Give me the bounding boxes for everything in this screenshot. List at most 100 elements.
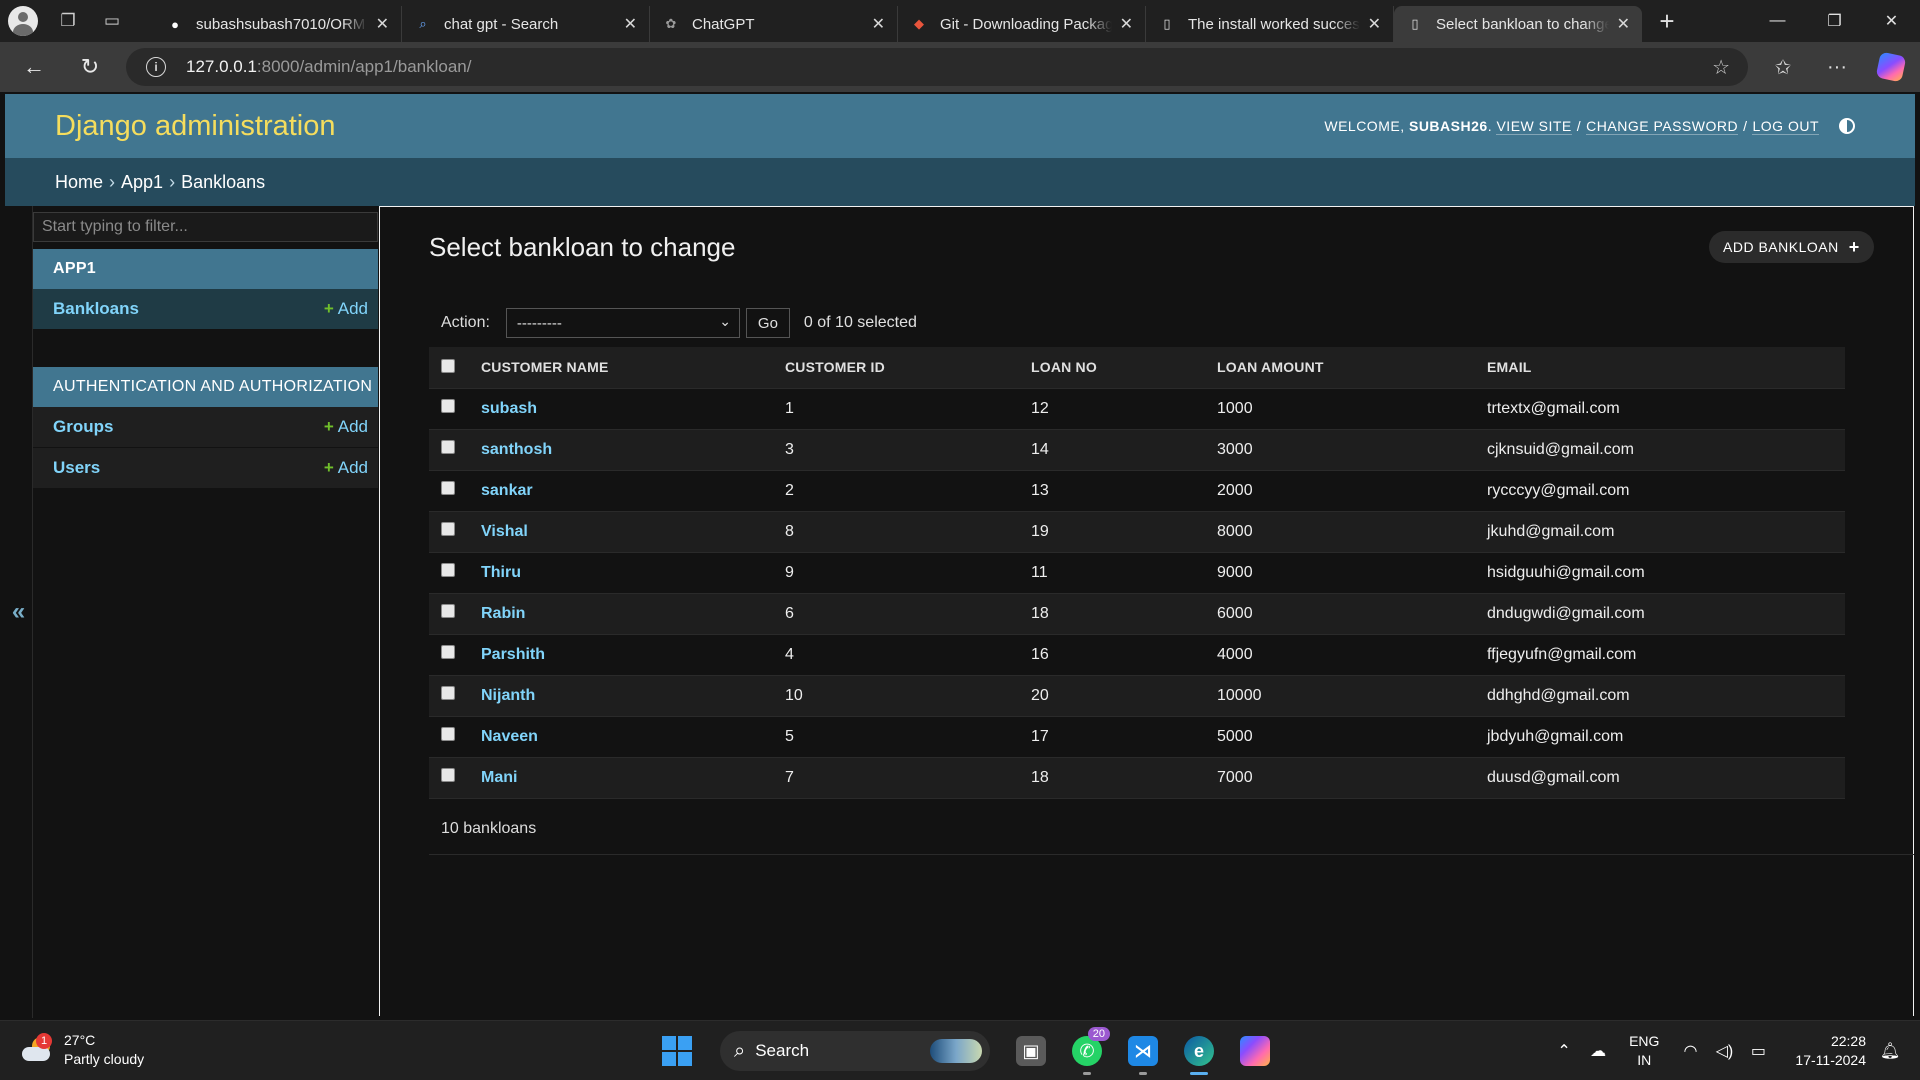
- row-checkbox[interactable]: [441, 768, 455, 782]
- close-tab-icon[interactable]: ✕: [872, 14, 885, 34]
- profile-button[interactable]: [0, 0, 46, 42]
- volume-icon[interactable]: ◁): [1707, 1041, 1741, 1061]
- onedrive-icon[interactable]: ☁: [1581, 1041, 1615, 1061]
- copilot-taskbar-button[interactable]: [1228, 1027, 1282, 1075]
- customer-id-cell: 1: [771, 388, 1017, 430]
- vertical-tabs-icon[interactable]: ▭: [90, 0, 134, 42]
- github-icon: ●: [171, 16, 179, 32]
- add-bankloan-button[interactable]: ADD BANKLOAN +: [1709, 231, 1874, 263]
- change-password-link[interactable]: CHANGE PASSWORD: [1586, 118, 1739, 135]
- site-info-icon[interactable]: i: [146, 57, 166, 77]
- breadcrumb-home[interactable]: Home: [55, 172, 103, 193]
- customer-name-cell: Naveen: [469, 716, 771, 758]
- customer-name-link[interactable]: sankar: [481, 482, 533, 499]
- close-tab-icon[interactable]: ✕: [1617, 14, 1630, 34]
- add-bankloan-link[interactable]: + Add: [324, 299, 368, 319]
- browser-tab[interactable]: ⌕ chat gpt - Search ✕: [402, 6, 650, 42]
- clock[interactable]: 22:28 17-11-2024: [1795, 1032, 1866, 1070]
- nav-filter-input[interactable]: Start typing to filter...: [33, 212, 378, 242]
- notification-bell-icon[interactable]: 🔔︎: [1878, 1041, 1902, 1061]
- refresh-icon[interactable]: ↻: [62, 42, 118, 92]
- edge-button[interactable]: e: [1172, 1027, 1226, 1075]
- breadcrumb-app[interactable]: App1: [121, 172, 163, 193]
- module-caption-auth[interactable]: AUTHENTICATION AND AUTHORIZATION: [33, 367, 378, 407]
- close-tab-icon[interactable]: ✕: [376, 14, 389, 34]
- url-path: :8000/admin/app1/bankloan/: [256, 57, 472, 76]
- url-input[interactable]: i 127.0.0.1:8000/admin/app1/bankloan/ ☆: [126, 48, 1748, 86]
- taskbar-search[interactable]: ⌕ Search: [720, 1031, 990, 1071]
- sidebar-item-groups[interactable]: Groups + Add: [33, 407, 378, 448]
- windows-start-icon[interactable]: [662, 1036, 692, 1066]
- customer-name-link[interactable]: subash: [481, 400, 537, 417]
- row-checkbox[interactable]: [441, 399, 455, 413]
- row-checkbox[interactable]: [441, 645, 455, 659]
- close-window-icon[interactable]: ✕: [1863, 0, 1920, 42]
- select-all-checkbox[interactable]: [441, 358, 455, 373]
- row-checkbox[interactable]: [441, 604, 455, 618]
- row-checkbox[interactable]: [441, 481, 455, 495]
- browser-tab[interactable]: ▯ The install worked successfully ✕: [1146, 6, 1394, 42]
- customer-name-link[interactable]: Nijanth: [481, 687, 535, 704]
- more-menu-icon[interactable]: ···: [1810, 56, 1864, 79]
- copilot-button[interactable]: [1864, 51, 1918, 83]
- row-checkbox[interactable]: [441, 522, 455, 536]
- go-button[interactable]: Go: [745, 308, 790, 338]
- sidebar-item-bankloans[interactable]: Bankloans + Add: [33, 289, 378, 330]
- column-header-customer-name[interactable]: CUSTOMER NAME: [469, 347, 771, 389]
- browser-tab[interactable]: ◆ Git - Downloading Package ✕: [898, 6, 1146, 42]
- site-branding[interactable]: Django administration: [55, 110, 335, 143]
- vscode-button[interactable]: ⋊: [1116, 1027, 1170, 1075]
- browser-tab[interactable]: ● subashsubash7010/ORM ✕: [154, 6, 402, 42]
- favorites-icon[interactable]: ✩: [1756, 55, 1810, 80]
- row-checkbox[interactable]: [441, 686, 455, 700]
- module-caption-app1[interactable]: APP1: [33, 249, 378, 289]
- profile-icon: [8, 6, 38, 36]
- column-header-email[interactable]: EMAIL: [1473, 347, 1845, 389]
- task-view-button[interactable]: ▣: [1004, 1027, 1058, 1075]
- weather-widget[interactable]: 1 27°C Partly cloudy: [22, 1031, 144, 1069]
- battery-icon[interactable]: ▭: [1741, 1041, 1775, 1061]
- add-user-link[interactable]: + Add: [324, 458, 368, 478]
- sidebar-collapse-icon[interactable]: «: [5, 206, 33, 1018]
- workspaces-icon[interactable]: ❐: [46, 0, 90, 42]
- column-header-loan-amount[interactable]: LOAN AMOUNT: [1203, 347, 1473, 389]
- view-site-link[interactable]: VIEW SITE: [1496, 118, 1572, 135]
- customer-name-link[interactable]: Mani: [481, 769, 517, 786]
- add-group-link[interactable]: + Add: [324, 417, 368, 437]
- sidebar-item-label[interactable]: Users: [53, 458, 100, 478]
- back-icon[interactable]: ←: [6, 42, 62, 92]
- action-select[interactable]: --------- ⌄: [505, 308, 740, 338]
- row-checkbox[interactable]: [441, 440, 455, 454]
- customer-name-link[interactable]: santhosh: [481, 441, 552, 458]
- close-tab-icon[interactable]: ✕: [624, 14, 637, 34]
- browser-tab[interactable]: ✿ ChatGPT ✕: [650, 6, 898, 42]
- customer-name-link[interactable]: Naveen: [481, 728, 538, 745]
- new-tab-button[interactable]: +: [1642, 0, 1692, 42]
- sidebar-item-users[interactable]: Users + Add: [33, 448, 378, 489]
- customer-name-cell: Parshith: [469, 634, 771, 676]
- favorite-star-icon[interactable]: ☆: [1712, 55, 1730, 80]
- column-header-customer-id[interactable]: CUSTOMER ID: [771, 347, 1017, 389]
- browser-tab[interactable]: ▯ Select bankloan to change ✕: [1394, 6, 1642, 42]
- language-indicator[interactable]: ENG IN: [1629, 1032, 1659, 1070]
- chevron-up-icon[interactable]: ⌃: [1547, 1041, 1581, 1061]
- checkbox-cell: [429, 552, 469, 594]
- minimize-icon[interactable]: —: [1749, 0, 1806, 42]
- row-checkbox[interactable]: [441, 563, 455, 577]
- customer-name-link[interactable]: Thiru: [481, 564, 521, 581]
- whatsapp-badge: 20: [1087, 1027, 1110, 1041]
- whatsapp-button[interactable]: ✆ 20: [1060, 1027, 1114, 1075]
- close-tab-icon[interactable]: ✕: [1120, 14, 1133, 34]
- customer-name-link[interactable]: Rabin: [481, 605, 525, 622]
- row-checkbox[interactable]: [441, 727, 455, 741]
- customer-name-link[interactable]: Vishal: [481, 523, 528, 540]
- log-out-link[interactable]: LOG OUT: [1752, 118, 1819, 135]
- column-header-loan-no[interactable]: LOAN NO: [1017, 347, 1203, 389]
- sidebar-item-label[interactable]: Bankloans: [53, 299, 139, 319]
- restore-icon[interactable]: ❐: [1806, 0, 1863, 42]
- customer-name-link[interactable]: Parshith: [481, 646, 545, 663]
- close-tab-icon[interactable]: ✕: [1368, 14, 1381, 34]
- sidebar-item-label[interactable]: Groups: [53, 417, 113, 437]
- wifi-icon[interactable]: ◠: [1673, 1041, 1707, 1061]
- theme-toggle-icon[interactable]: [1839, 118, 1855, 134]
